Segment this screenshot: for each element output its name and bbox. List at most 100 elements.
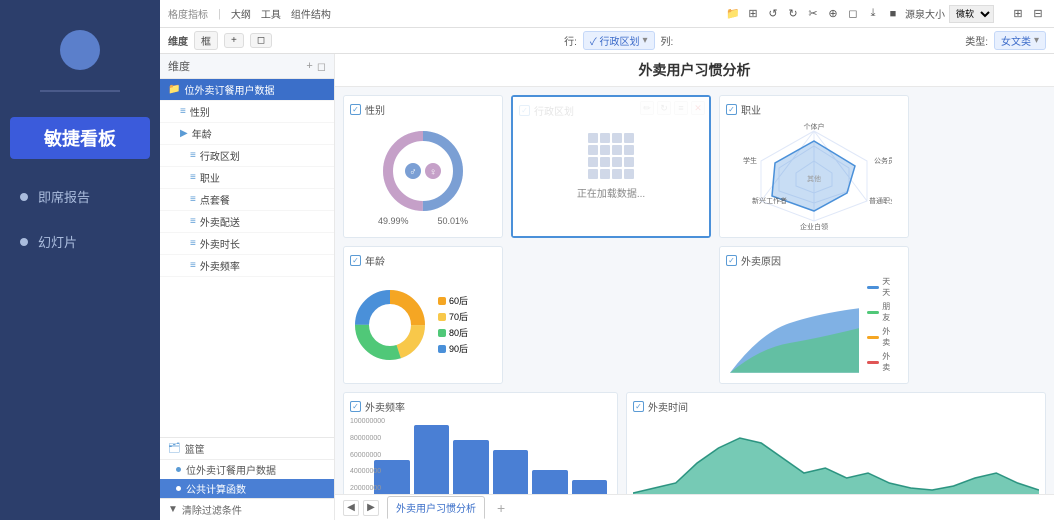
options-btn[interactable]: ◻ [250,33,272,48]
svg-text:其他: 其他 [807,174,821,183]
radar-wrap: 个体户 公务员 普通职业者 新兴工作者 学生 企业白领 其他 [726,121,902,231]
svg-text:学生: 学生 [743,156,757,165]
download-icon[interactable]: ⤓ [865,6,881,22]
reason-chart-content: 天天 朋友 外卖 [726,272,902,377]
copy-icon[interactable]: ◻ [845,6,861,22]
sidebar-logo [60,30,100,70]
reason-dot-1 [867,286,879,289]
basket-label: 篮筐 [185,441,205,456]
menu-item-indicator[interactable]: 格度指标 [168,6,208,21]
grid-icon[interactable]: ⊞ [745,6,761,22]
tree-add-icon[interactable]: + [306,60,312,73]
next-page-btn[interactable]: ▶ [363,500,379,516]
tree-item-frequency[interactable]: ≡ 外卖频率 [160,255,334,277]
add-tab-btn[interactable]: + [497,500,505,516]
svg-text:普通职业者: 普通职业者 [869,196,892,205]
reason-dot-2 [867,311,879,314]
folder-icon[interactable]: 📁 [725,6,741,22]
field-icon-delivery: ≡ [190,216,196,227]
tree-item-meal[interactable]: ≡ 点套餐 [160,189,334,211]
loading-overlay: 正在加载数据... [513,97,709,236]
font-select[interactable]: 微软 [949,5,994,23]
bar-2 [414,425,450,494]
menu-item-outline[interactable]: 大纲 [231,6,251,21]
gender-labels: 49.99% 50.01% [378,216,468,226]
tab-item-main[interactable]: 外卖用户习惯分析 [387,496,485,519]
tree-item-root[interactable]: 📁 位外卖订餐用户数据 [160,79,334,101]
type-label: 类型: [965,33,988,48]
age-legend-70: 70后 [438,310,468,323]
tree-item-occupation[interactable]: ≡ 职业 [160,167,334,189]
reason-legend-3: 外卖 [867,326,898,348]
age-checkbox[interactable]: ✓ [350,255,361,266]
gender-checkbox[interactable]: ✓ [350,104,361,115]
add-icon[interactable]: ⊕ [825,6,841,22]
bar-col-4 [493,450,529,494]
basket-icon: 🗂 [168,443,181,454]
occupation-checkbox[interactable]: ✓ [726,104,737,115]
filter-footer-label[interactable]: 清除过滤条件 [182,502,242,517]
add-frame-btn[interactable]: 框 [194,31,218,50]
col-label: 列: [661,33,674,48]
tree-item-delivery[interactable]: ≡ 外卖配送 [160,211,334,233]
tree-footer: 🗂 篮筐 位外卖订餐用户数据 公共计算函数 [160,437,334,498]
type-filter-tag[interactable]: 女文类 ▾ [994,31,1046,50]
svg-text:♀: ♀ [429,167,437,178]
field-icon-gender: ≡ [180,106,186,117]
reason-legend-4: 外卖 [867,351,898,373]
male-pct: 49.99% [378,216,409,226]
basket-item-2[interactable]: 公共计算函数 [160,479,334,498]
layout-icon-2[interactable]: ⊟ [1030,6,1046,22]
tree-settings-icon[interactable]: ◻ [317,60,326,73]
prev-page-btn[interactable]: ◀ [343,500,359,516]
legend-label-80: 80后 [449,326,468,339]
loading-text: 正在加载数据... [577,185,645,200]
tree-item-duration[interactable]: ≡ 外卖时长 [160,233,334,255]
cut-icon[interactable]: ✂ [805,6,821,22]
layout-icon-1[interactable]: ⊞ [1010,6,1026,22]
nav-dot-2 [20,238,28,246]
occupation-chart-title: ✓ 职业 [726,102,902,117]
redo-icon[interactable]: ↻ [785,6,801,22]
svg-text:♂: ♂ [409,167,417,178]
tree-item-gender-label: 性别 [190,104,210,119]
time-checkbox[interactable]: ✓ [633,401,644,412]
district-filter-tag[interactable]: ✓ 行政区划 ▾ [583,31,655,50]
tree-item-district-label: 行政区划 [200,148,240,163]
tree-item-gender[interactable]: ≡ 性别 [160,101,334,123]
add-btn[interactable]: + [224,33,244,48]
tree-item-age-group[interactable]: ▶ 年龄 [160,123,334,145]
undo-icon[interactable]: ↺ [765,6,781,22]
reason-dot-4 [867,361,879,364]
sidebar-item-slides[interactable]: 幻灯片 [10,224,150,259]
basket-item-1[interactable]: 位外卖订餐用户数据 [160,460,334,479]
female-pct: 50.01% [437,216,468,226]
age-legend-60: 60后 [438,294,468,307]
tree-item-district[interactable]: ≡ 行政区划 [160,145,334,167]
legend-dot-60 [438,297,446,305]
time-area-svg [633,418,1039,494]
field-icon-duration: ≡ [190,238,196,249]
tree-item-age-label: 年龄 [192,126,212,141]
frequency-checkbox[interactable]: ✓ [350,401,361,412]
area-chart-wrap: 0:00 5:00 11:00 13:00 15:00 17:00 19:00 … [633,418,1039,494]
sidebar-item-adhoc[interactable]: 即席报告 [10,179,150,214]
tree-section: 📁 位外卖订餐用户数据 ≡ 性别 ▶ 年龄 ≡ 行政区划 ≡ 职业 [160,79,334,437]
svg-text:个体户: 个体户 [803,122,824,131]
basket-section-header[interactable]: 🗂 篮筐 [160,438,334,460]
legend-label-90: 90后 [449,342,468,355]
gender-chart: ✓ 性别 ♂ [343,95,503,238]
reason-legend-1: 天天 [867,276,898,298]
filter-icon: ▼ [168,504,178,515]
bar-col-6 [572,480,608,494]
reason-checkbox[interactable]: ✓ [726,255,737,266]
dashboard-bottom-bar: ◀ ▶ 外卖用户习惯分析 + [335,494,1054,520]
main-content: 格度指标 | 大纲 工具 组件结构 📁 ⊞ ↺ ↻ ✂ ⊕ ◻ ⤓ ■ 源泉大小… [160,0,1054,520]
sidebar-item-dashboard[interactable]: 敏捷看板 [10,117,150,159]
charts-row-1: ✓ 性别 ♂ [343,95,1046,238]
menu-item-tools[interactable]: 工具 [261,6,281,21]
tree-item-root-label: 位外卖订餐用户数据 [184,82,326,97]
menu-item-structure[interactable]: 组件结构 [291,6,331,21]
age-legend-80: 80后 [438,326,468,339]
format-icon[interactable]: ■ [885,6,901,22]
